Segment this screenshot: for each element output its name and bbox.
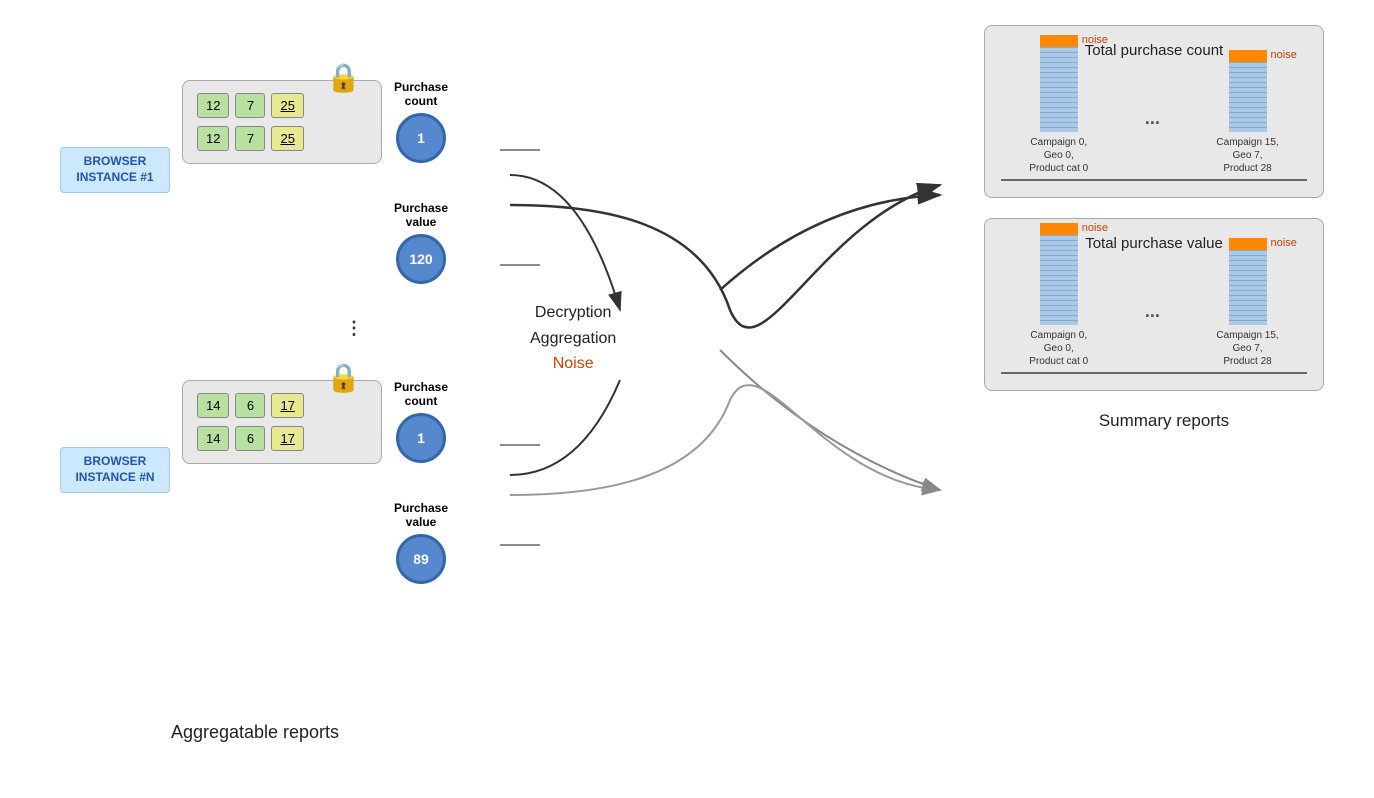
purchase-count-label-1: Purchasecount (394, 80, 448, 109)
purchase-group-2: Purchasecount 1 Purchasevalue 89 (394, 380, 448, 584)
purchase-value-circle-2: 89 (396, 534, 446, 584)
chart1-bar2-label: Campaign 15, Geo 7, Product 28 (1216, 136, 1278, 175)
purchase-count-circle-2: 1 (396, 413, 446, 463)
main-container: BROWSER INSTANCE #1 🔒 12 7 25 12 7 (0, 0, 1374, 798)
middle-section: Decryption Aggregation Noise (530, 300, 616, 377)
decryption-label: Decryption (530, 300, 616, 326)
aggregation-label: Aggregation (530, 326, 616, 352)
cell-1-2-2: 7 (235, 126, 265, 151)
cell-2-2-1: 14 (197, 426, 229, 451)
report-card-2: 🔒 14 6 17 14 6 17 (182, 380, 382, 464)
report-row-2-2: 14 6 17 (197, 426, 367, 451)
chart1-bar1-stack: noise (1040, 35, 1078, 132)
aggregatable-reports-label: Aggregatable reports (100, 722, 410, 743)
chart2-noise-text-2: noise (1271, 237, 1297, 249)
report-row-1-2: 12 7 25 (197, 126, 367, 151)
cell-1-1-3: 25 (271, 93, 303, 118)
noise-label: Noise (530, 351, 616, 377)
cell-2-1-2: 6 (235, 393, 265, 418)
report-row-1-1: 12 7 25 (197, 93, 367, 118)
purchase-value-label-2: Purchasevalue (394, 501, 448, 530)
instance1-block: BROWSER INSTANCE #1 🔒 12 7 25 12 7 (60, 60, 448, 284)
chart2-bar2-stack: noise (1229, 238, 1267, 325)
chart2-bar1-noise (1040, 223, 1078, 235)
chart1-bar1-label: Campaign 0, Geo 0, Product cat 0 (1029, 136, 1088, 175)
chart2-noise-text-1: noise (1082, 222, 1108, 234)
chart1-bar1-main (1040, 47, 1078, 132)
chart1-bar2: noise Campaign 15, Geo 7, Product 28 (1216, 50, 1278, 175)
dots-separator: ⋮ (345, 310, 363, 347)
chart1-bar1: noise Campaign 0, Geo 0, Product cat 0 (1029, 35, 1088, 175)
purchase-count-circle-1: 1 (396, 113, 446, 163)
purchase-value-2: Purchasevalue 89 (394, 501, 448, 584)
chart1-area: noise Campaign 0, Geo 0, Product cat 0 .… (1001, 71, 1307, 181)
cell-2-1-1: 14 (197, 393, 229, 418)
report-card-1: 🔒 12 7 25 12 7 25 (182, 80, 382, 164)
cell-1-1-2: 7 (235, 93, 265, 118)
chart1-dots: ... (1145, 108, 1160, 139)
chart2-bar1-stack: noise (1040, 223, 1078, 325)
report-row-2-1: 14 6 17 (197, 393, 367, 418)
chart2-area: noise Campaign 0, Geo 0, Product cat 0 .… (1001, 264, 1307, 374)
chart2-bar1-label: Campaign 0, Geo 0, Product cat 0 (1029, 329, 1088, 368)
chart2-bar2-label: Campaign 15, Geo 7, Product 28 (1216, 329, 1278, 368)
purchase-group-1: Purchasecount 1 Purchasevalue 120 (394, 80, 448, 284)
lock-icon-1: 🔒 (326, 61, 361, 94)
lock-icon-2: 🔒 (326, 361, 361, 394)
chart2-bar2: noise Campaign 15, Geo 7, Product 28 (1216, 238, 1278, 368)
chart1-noise-text-1: noise (1082, 34, 1108, 46)
purchase-count-2: Purchasecount 1 (394, 380, 448, 463)
summary-card-1: Total purchase count noise Campaign 0, G… (984, 25, 1324, 198)
purchase-count-1: Purchasecount 1 (394, 80, 448, 163)
cell-1-1-1: 12 (197, 93, 229, 118)
chart2-bar1: noise Campaign 0, Geo 0, Product cat 0 (1029, 223, 1088, 368)
browser-instance-2-label: BROWSER INSTANCE #N (60, 447, 170, 492)
summary-card-2: Total purchase value noise Campaign 0, G… (984, 218, 1324, 391)
cell-2-1-3: 17 (271, 393, 303, 418)
chart1-bar2-main (1229, 62, 1267, 132)
summary-reports-label: Summary reports (984, 411, 1344, 431)
right-section: Total purchase count noise Campaign 0, G… (984, 25, 1344, 431)
cell-2-2-3: 17 (271, 426, 303, 451)
chart1-bar2-noise (1229, 50, 1267, 62)
chart2-bar2-main (1229, 250, 1267, 325)
chart2-dots: ... (1145, 301, 1160, 332)
cell-1-2-3: 25 (271, 126, 303, 151)
purchase-count-label-2: Purchasecount (394, 380, 448, 409)
purchase-value-label-1: Purchasevalue (394, 201, 448, 230)
cell-1-2-1: 12 (197, 126, 229, 151)
chart2-bar1-main (1040, 235, 1078, 325)
purchase-value-circle-1: 120 (396, 234, 446, 284)
purchase-value-1: Purchasevalue 120 (394, 201, 448, 284)
browser-instance-1-label: BROWSER INSTANCE #1 (60, 147, 170, 192)
instance2-block: BROWSER INSTANCE #N 🔒 14 6 17 14 6 (60, 360, 448, 584)
cell-2-2-2: 6 (235, 426, 265, 451)
chart1-bar1-noise (1040, 35, 1078, 47)
chart1-noise-text-2: noise (1271, 49, 1297, 61)
chart1-bar2-stack: noise (1229, 50, 1267, 132)
chart2-bar2-noise (1229, 238, 1267, 250)
